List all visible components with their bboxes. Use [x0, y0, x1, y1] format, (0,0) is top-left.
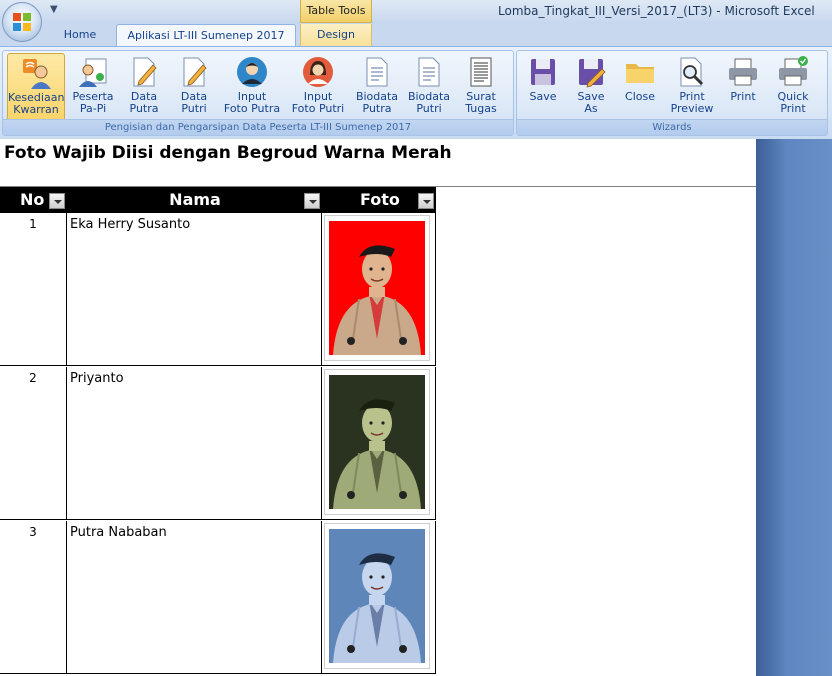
tab-home[interactable]: Home [52, 24, 108, 46]
button-label-line2: Foto Putri [291, 102, 345, 115]
worksheet[interactable]: Foto Wajib Diisi dengan Begroud Warna Me… [0, 139, 832, 676]
button-label-line2: Preview [670, 102, 714, 115]
printer-icon [729, 58, 757, 86]
print-button[interactable]: Print [721, 53, 765, 119]
peserta-icon [79, 58, 107, 87]
title-bar: ▼ Table Tools Lomba_Tingkat_III_Versi_20… [0, 0, 832, 24]
surat-tugas-button[interactable]: Surat Tugas [457, 53, 505, 119]
column-header-nama: Nama [68, 187, 322, 213]
participant-photo[interactable] [329, 221, 425, 355]
cell-foto[interactable] [322, 213, 436, 365]
ribbon: Kesediaan Kwarran Peserta Pa-Pi Data Put… [0, 46, 832, 140]
input-foto-putri-button[interactable]: Input Foto Putri [287, 53, 349, 119]
table-header: No Nama Foto [0, 187, 436, 213]
close-button[interactable]: Close [617, 53, 663, 119]
save-as-icon [579, 59, 606, 88]
cell-no[interactable]: 1 [0, 213, 67, 365]
cell-nama[interactable]: Priyanto [68, 367, 322, 519]
participant-photo[interactable] [329, 529, 425, 663]
button-label-line2: Kwarran [13, 103, 59, 116]
button-label-line2: Putra [362, 102, 392, 115]
column-header-label: No [20, 190, 45, 209]
biodata-putri-button[interactable]: Biodata Putri [405, 53, 453, 119]
biodata-putra-button[interactable]: Biodata Putra [353, 53, 401, 119]
cell-nama[interactable]: Putra Nababan [68, 521, 322, 673]
contextual-tab-group-label: Table Tools [300, 0, 372, 23]
window-title: Lomba_Tingkat_III_Versi_2017_(LT3) - Mic… [498, 4, 815, 18]
participant-photo[interactable] [329, 375, 425, 509]
filter-dropdown-icon[interactable] [304, 193, 320, 209]
background-pane [756, 139, 832, 676]
save-icon [531, 59, 555, 85]
ribbon-group-wizards: Save Save As Close Print Preview Print Q… [516, 50, 828, 136]
cell-foto[interactable] [322, 521, 436, 673]
button-label-line1: Print [730, 90, 756, 103]
cell-no[interactable]: 2 [0, 367, 67, 519]
column-header-foto: Foto [322, 187, 436, 213]
data-edit-icon [133, 57, 157, 87]
participant-photo-image [329, 529, 425, 663]
kesediaan-icon [23, 59, 51, 89]
male-avatar-icon [237, 57, 267, 87]
button-label-line2: Putri [416, 102, 442, 115]
cell-no[interactable]: 3 [0, 521, 67, 673]
column-header-label: Nama [169, 190, 221, 209]
quick-access-dropdown-icon[interactable]: ▼ [50, 4, 58, 15]
document-icon [418, 57, 440, 87]
participant-photo-image [329, 221, 425, 355]
save-as-button[interactable]: Save As [569, 53, 613, 119]
cell-nama[interactable]: Eka Herry Susanto [68, 213, 322, 365]
column-header-label: Foto [360, 190, 400, 209]
button-label-line2: As [584, 102, 598, 115]
button-label-line2: Print [780, 102, 806, 115]
cell-foto[interactable] [322, 367, 436, 519]
document-lines-icon [470, 57, 492, 87]
button-label-line2: Tugas [465, 102, 497, 115]
ribbon-group-pengisian: Kesediaan Kwarran Peserta Pa-Pi Data Put… [2, 50, 514, 136]
office-logo-icon [13, 13, 31, 31]
sheet-heading: Foto Wajib Diisi dengan Begroud Warna Me… [4, 143, 452, 163]
input-foto-putra-button[interactable]: Input Foto Putra [221, 53, 283, 119]
data-putra-button[interactable]: Data Putra [121, 53, 167, 119]
kesediaan-kwarran-button[interactable]: Kesediaan Kwarran [7, 53, 65, 121]
peserta-pa-pi-button[interactable]: Peserta Pa-Pi [69, 53, 117, 119]
table-row[interactable]: 1 Eka Herry Susanto [0, 213, 436, 366]
photo-frame[interactable] [324, 369, 430, 515]
button-label-line1: Save [529, 90, 557, 103]
ribbon-tabs: Home Aplikasi LT-III Sumenep 2017 Design [0, 24, 832, 47]
female-avatar-icon [303, 57, 333, 87]
photo-frame[interactable] [324, 215, 430, 361]
filter-dropdown-icon[interactable] [418, 193, 434, 209]
participant-photo-image [329, 375, 425, 509]
photo-frame[interactable] [324, 523, 430, 669]
button-label-line2: Pa-Pi [79, 102, 107, 115]
print-preview-button[interactable]: Print Preview [667, 53, 717, 119]
tab-design[interactable]: Design [300, 24, 372, 46]
ribbon-group-label: Wizards [517, 119, 827, 135]
button-label-line2: Foto Putra [223, 102, 281, 115]
column-header-no: No [0, 187, 67, 213]
table-row[interactable]: 2 Priyanto [0, 367, 436, 520]
document-icon [366, 57, 388, 87]
button-label-line1: Close [625, 90, 655, 103]
table-row[interactable]: 3 Putra Nababan [0, 521, 436, 674]
office-button[interactable] [2, 2, 42, 42]
data-edit-icon [183, 57, 207, 87]
folder-icon [626, 64, 654, 83]
quick-print-button[interactable]: Quick Print [769, 53, 817, 119]
button-label-line2: Putri [181, 102, 207, 115]
save-button[interactable]: Save [521, 53, 565, 119]
button-label-line2: Putra [129, 102, 159, 115]
quick-print-icon [779, 56, 808, 86]
print-preview-icon [680, 57, 704, 87]
filter-dropdown-icon[interactable] [49, 193, 65, 209]
ribbon-group-label: Pengisian dan Pengarsipan Data Peserta L… [3, 119, 513, 135]
tab-aplikasi[interactable]: Aplikasi LT-III Sumenep 2017 [116, 24, 296, 47]
data-putri-button[interactable]: Data Putri [171, 53, 217, 119]
